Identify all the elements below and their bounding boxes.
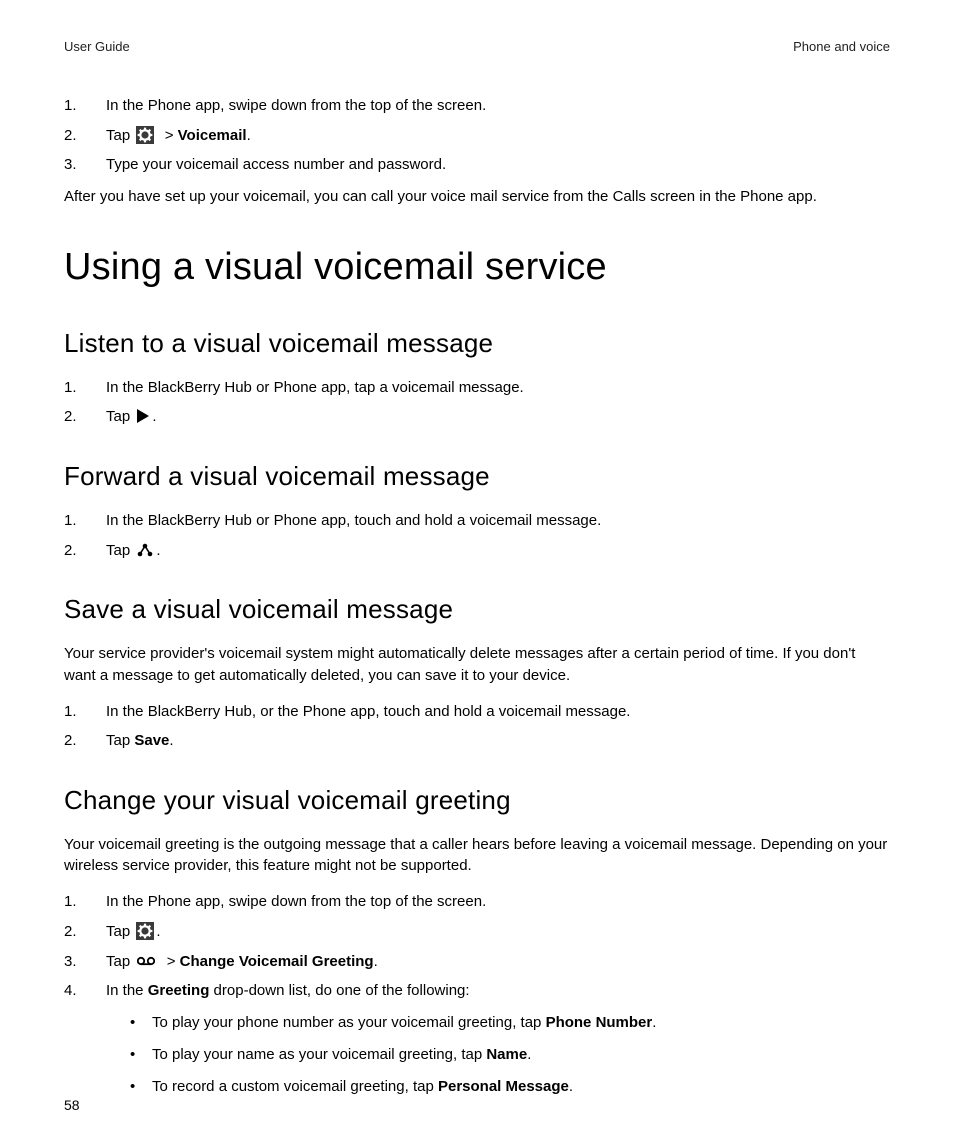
period: . <box>527 1046 531 1063</box>
listen-steps: 1. In the BlackBerry Hub or Phone app, t… <box>64 377 890 429</box>
share-icon <box>137 543 153 557</box>
step-text: In the BlackBerry Hub or Phone app, touc… <box>106 510 890 532</box>
step-number: 2. <box>64 921 106 943</box>
period: . <box>247 127 251 144</box>
step-number: 2. <box>64 730 106 752</box>
step-number: 2. <box>64 540 106 562</box>
voicemail-tape-icon <box>137 956 155 966</box>
list-item: 1. In the BlackBerry Hub, or the Phone a… <box>64 701 890 723</box>
bullet-pre: To play your name as your voicemail gree… <box>152 1046 486 1063</box>
gt-sep: > <box>167 953 176 970</box>
section-title-forward: Forward a visual voicemail message <box>64 458 890 496</box>
step-text: Tap . <box>106 406 890 428</box>
bullet-item: To play your name as your voicemail gree… <box>128 1044 890 1066</box>
period: . <box>152 408 156 425</box>
period: . <box>156 923 160 940</box>
list-item: 1. In the Phone app, swipe down from the… <box>64 95 890 117</box>
period: . <box>156 542 160 559</box>
gear-icon <box>136 126 154 144</box>
tap-label: Tap <box>106 732 134 749</box>
personal-message-label: Personal Message <box>438 1078 569 1095</box>
name-label: Name <box>486 1046 527 1063</box>
list-item: 4. In the Greeting drop-down list, do on… <box>64 980 890 1002</box>
step-number: 1. <box>64 510 106 532</box>
list-item: 3. Tap > Change Voicemail Greeting. <box>64 951 890 973</box>
change-bullets: To play your phone number as your voicem… <box>64 1012 890 1097</box>
step-number: 2. <box>64 125 106 147</box>
intro-steps: 1. In the Phone app, swipe down from the… <box>64 95 890 176</box>
change-greeting-label: Change Voicemail Greeting <box>180 953 374 970</box>
bullet-item: To play your phone number as your voicem… <box>128 1012 890 1034</box>
step-number: 1. <box>64 701 106 723</box>
bullet-item: To record a custom voicemail greeting, t… <box>128 1076 890 1098</box>
page-title: Using a visual voicemail service <box>64 240 890 295</box>
save-label: Save <box>134 732 169 749</box>
step-text: Tap Save. <box>106 730 890 752</box>
bullet-pre: To play your phone number as your voicem… <box>152 1014 546 1031</box>
list-item: 1. In the Phone app, swipe down from the… <box>64 891 890 913</box>
period: . <box>169 732 173 749</box>
bullet-pre: To record a custom voicemail greeting, t… <box>152 1078 438 1095</box>
step-number: 1. <box>64 377 106 399</box>
period: . <box>569 1078 573 1095</box>
change-paragraph: Your voicemail greeting is the outgoing … <box>64 834 890 878</box>
step-number: 4. <box>64 980 106 1002</box>
save-paragraph: Your service provider's voicemail system… <box>64 643 890 687</box>
period: . <box>374 953 378 970</box>
tap-label: Tap <box>106 127 130 144</box>
pre-text: In the <box>106 982 148 999</box>
step-text: In the Greeting drop-down list, do one o… <box>106 980 890 1002</box>
play-icon <box>137 409 149 423</box>
intro-paragraph: After you have set up your voicemail, yo… <box>64 186 890 208</box>
list-item: 2. Tap . <box>64 921 890 943</box>
forward-steps: 1. In the BlackBerry Hub or Phone app, t… <box>64 510 890 562</box>
step-text: Tap > Change Voicemail Greeting. <box>106 951 890 973</box>
page: User Guide Phone and voice 1. In the Pho… <box>0 0 954 1145</box>
page-header: User Guide Phone and voice <box>64 38 890 57</box>
tap-label: Tap <box>106 408 130 425</box>
list-item: 2. Tap > Voicemail. <box>64 125 890 147</box>
step-number: 2. <box>64 406 106 428</box>
gt-sep: > <box>165 127 174 144</box>
step-text: Tap > Voicemail. <box>106 125 890 147</box>
step-text: Tap . <box>106 921 890 943</box>
gear-icon <box>136 922 154 940</box>
list-item: 2. Tap Save. <box>64 730 890 752</box>
section-title-listen: Listen to a visual voicemail message <box>64 325 890 363</box>
list-item: 1. In the BlackBerry Hub or Phone app, t… <box>64 377 890 399</box>
voicemail-label: Voicemail <box>178 127 247 144</box>
page-number: 58 <box>64 1095 80 1115</box>
phone-number-label: Phone Number <box>546 1014 653 1031</box>
list-item: 2. Tap . <box>64 540 890 562</box>
header-right: Phone and voice <box>793 38 890 57</box>
step-text: In the Phone app, swipe down from the to… <box>106 891 890 913</box>
save-steps: 1. In the BlackBerry Hub, or the Phone a… <box>64 701 890 753</box>
section-title-change: Change your visual voicemail greeting <box>64 782 890 820</box>
period: . <box>652 1014 656 1031</box>
step-text: In the BlackBerry Hub, or the Phone app,… <box>106 701 890 723</box>
list-item: 2. Tap . <box>64 406 890 428</box>
step-number: 3. <box>64 951 106 973</box>
post-text: drop-down list, do one of the following: <box>209 982 469 999</box>
step-text: Type your voicemail access number and pa… <box>106 154 890 176</box>
section-title-save: Save a visual voicemail message <box>64 591 890 629</box>
list-item: 1. In the BlackBerry Hub or Phone app, t… <box>64 510 890 532</box>
greeting-label: Greeting <box>148 982 210 999</box>
tap-label: Tap <box>106 923 130 940</box>
step-number: 1. <box>64 891 106 913</box>
step-text: In the BlackBerry Hub or Phone app, tap … <box>106 377 890 399</box>
header-left: User Guide <box>64 38 130 57</box>
tap-label: Tap <box>106 953 130 970</box>
list-item: 3. Type your voicemail access number and… <box>64 154 890 176</box>
step-text: In the Phone app, swipe down from the to… <box>106 95 890 117</box>
step-text: Tap . <box>106 540 890 562</box>
step-number: 3. <box>64 154 106 176</box>
change-steps: 1. In the Phone app, swipe down from the… <box>64 891 890 1002</box>
tap-label: Tap <box>106 542 130 559</box>
step-number: 1. <box>64 95 106 117</box>
